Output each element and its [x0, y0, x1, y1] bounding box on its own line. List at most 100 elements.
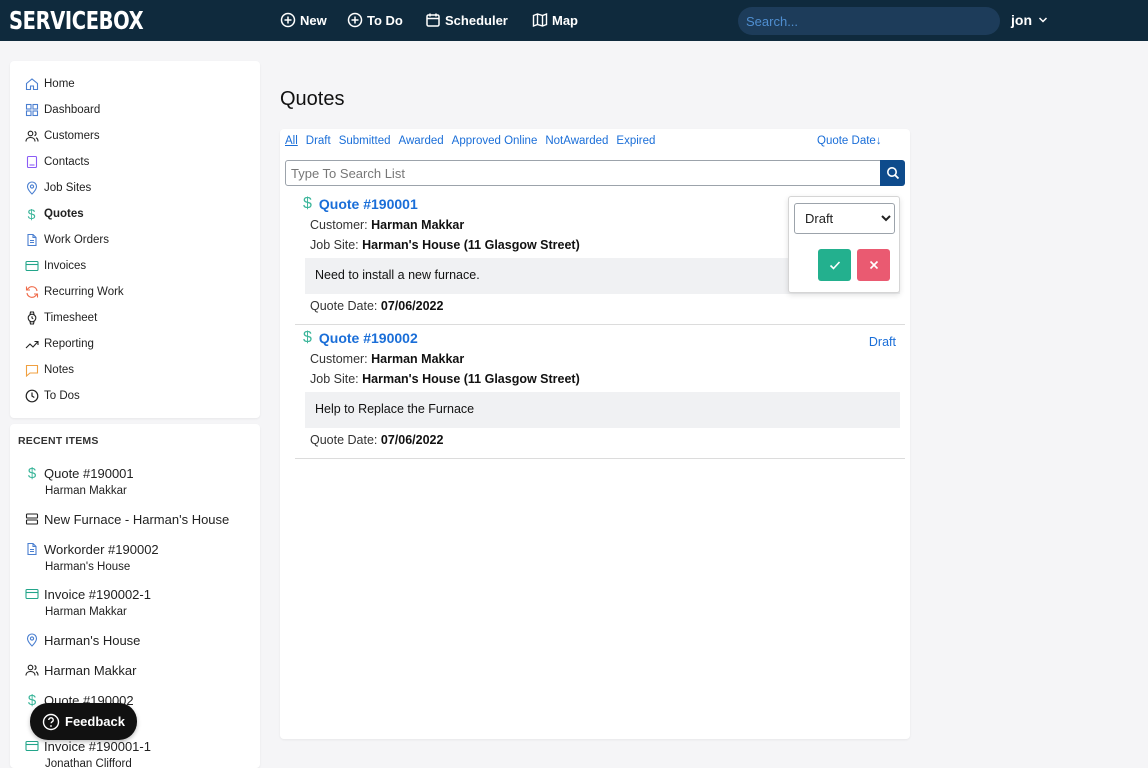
- quote-status-link[interactable]: Draft: [869, 335, 896, 349]
- filter-submitted[interactable]: Submitted: [339, 135, 391, 147]
- trending-up-icon: [24, 337, 39, 352]
- sidebar-item-label: Dashboard: [44, 104, 101, 116]
- todo-button[interactable]: To Do: [347, 10, 403, 30]
- global-search-input[interactable]: [738, 7, 1000, 35]
- sidebar-item-customers[interactable]: Customers: [24, 126, 100, 146]
- credit-card-icon: [24, 259, 39, 274]
- top-navbar: SERVICEBOX New To Do Scheduler Map jon: [0, 0, 1148, 41]
- filter-approved-online[interactable]: Approved Online: [452, 135, 538, 147]
- contact-card-icon: [24, 155, 39, 170]
- list-search-input[interactable]: [285, 160, 881, 186]
- quote-jobsite: Job Site: Harman's House (11 Glasgow Str…: [310, 238, 580, 252]
- recent-item-label: Invoice #190001-1: [44, 738, 151, 754]
- jobsite-value: Harman's House (11 Glasgow Street): [362, 238, 580, 252]
- map-pin-icon: [24, 632, 40, 648]
- list-search-button[interactable]: [880, 160, 905, 186]
- feedback-button[interactable]: Feedback: [30, 703, 137, 740]
- sidebar-item-contacts[interactable]: Contacts: [24, 152, 89, 172]
- recent-item[interactable]: Invoice #190001-1 Jonathan Clifford: [24, 737, 151, 768]
- recent-item-sub: Jonathan Clifford: [45, 758, 132, 768]
- search-icon: [886, 167, 899, 180]
- users-icon: [24, 662, 40, 678]
- document-icon: [24, 233, 39, 248]
- sidebar-item-job-sites[interactable]: Job Sites: [24, 178, 91, 198]
- sidebar-item-label: Home: [44, 78, 75, 90]
- customer-value: Harman Makkar: [371, 352, 465, 366]
- calendar-icon: [426, 13, 440, 27]
- home-icon: [24, 77, 39, 92]
- sidebar-item-label: Reporting: [44, 338, 94, 350]
- recent-item-label: Harman's House: [44, 632, 141, 648]
- recent-item-label: Quote #190001: [44, 465, 134, 481]
- plus-circle-icon: [347, 12, 363, 28]
- sidebar-item-timesheet[interactable]: Timesheet: [24, 308, 97, 328]
- recent-item-label: Invoice #190002-1: [44, 586, 151, 602]
- scheduler-button[interactable]: Scheduler: [425, 10, 508, 30]
- sidebar-menu: Home Dashboard Customers Contacts Job Si…: [10, 61, 260, 418]
- sidebar-item-quotes[interactable]: $ Quotes: [24, 204, 84, 224]
- recent-item[interactable]: $ Quote #190001 Harman Makkar: [24, 464, 134, 498]
- refresh-icon: [24, 285, 39, 300]
- filter-all[interactable]: All: [285, 135, 298, 147]
- sidebar-item-invoices[interactable]: Invoices: [24, 256, 86, 276]
- status-select[interactable]: Draft: [794, 203, 895, 234]
- clock-icon: [24, 389, 39, 404]
- customer-label: Customer:: [310, 218, 368, 232]
- sidebar-item-dashboard[interactable]: Dashboard: [24, 100, 100, 120]
- recent-item[interactable]: New Furnace - Harman's House: [24, 510, 229, 528]
- user-menu[interactable]: jon: [1011, 12, 1048, 28]
- quote-customer: Customer: Harman Makkar: [310, 218, 464, 232]
- dollar-icon: $: [27, 464, 37, 482]
- scheduler-label: Scheduler: [445, 12, 508, 28]
- recent-item[interactable]: Harman Makkar: [24, 661, 136, 679]
- sidebar-item-work-orders[interactable]: Work Orders: [24, 230, 109, 250]
- recent-items-title: RECENT ITEMS: [18, 435, 99, 447]
- map-icon: [532, 12, 548, 28]
- sidebar-item-label: Quotes: [44, 208, 84, 220]
- sidebar-item-recurring-work[interactable]: Recurring Work: [24, 282, 124, 302]
- filter-draft[interactable]: Draft: [306, 135, 331, 147]
- cancel-status-button[interactable]: [857, 249, 890, 281]
- confirm-status-button[interactable]: [818, 249, 851, 281]
- quote-title-link[interactable]: $ Quote #190002: [303, 329, 418, 347]
- map-label: Map: [552, 12, 578, 28]
- filter-awarded[interactable]: Awarded: [398, 135, 443, 147]
- recent-item[interactable]: Workorder #190002 Harman's House: [24, 540, 159, 573]
- servicebox-logo[interactable]: SERVICEBOX: [9, 6, 144, 36]
- jobsite-label: Job Site:: [310, 238, 359, 252]
- todo-label: To Do: [367, 12, 403, 28]
- sidebar-item-notes[interactable]: Notes: [24, 360, 74, 380]
- quote-list-item[interactable]: $ Quote #190002 Draft Customer: Harman M…: [295, 325, 905, 459]
- sidebar-item-todos[interactable]: To Dos: [24, 386, 80, 406]
- quote-number: Quote #190001: [318, 196, 418, 212]
- recent-item-sub: Harman Makkar: [45, 606, 127, 618]
- jobsite-value: Harman's House (11 Glasgow Street): [362, 372, 580, 386]
- new-button[interactable]: New: [280, 10, 327, 30]
- new-label: New: [300, 12, 327, 28]
- dollar-icon: $: [27, 206, 36, 222]
- filter-not-awarded[interactable]: NotAwarded: [545, 135, 608, 147]
- recent-item[interactable]: Harman's House: [24, 631, 140, 649]
- recent-item[interactable]: Invoice #190002-1 Harman Makkar: [24, 585, 151, 618]
- sort-quote-date[interactable]: Quote Date↓: [817, 135, 882, 147]
- quote-number: Quote #190002: [318, 330, 418, 346]
- map-button[interactable]: Map: [532, 10, 578, 30]
- recent-item-label: Harman Makkar: [44, 662, 137, 678]
- date-value: 07/06/2022: [380, 433, 444, 447]
- document-icon: [24, 541, 40, 557]
- sidebar-item-home[interactable]: Home: [24, 74, 75, 94]
- date-label: Quote Date:: [310, 433, 378, 447]
- feedback-label: Feedback: [65, 714, 125, 729]
- recent-item-sub: Harman Makkar: [45, 485, 127, 497]
- users-icon: [24, 129, 39, 144]
- watch-icon: [24, 311, 39, 326]
- sidebar-item-reporting[interactable]: Reporting: [24, 334, 94, 354]
- quote-title-link[interactable]: $ Quote #190001: [303, 195, 418, 213]
- page-title: Quotes: [280, 88, 345, 110]
- date-label: Quote Date:: [310, 299, 378, 313]
- sidebar-item-label: Contacts: [44, 156, 90, 168]
- server-icon: [24, 511, 40, 527]
- sidebar-item-label: Recurring Work: [44, 286, 124, 298]
- quote-note: Help to Replace the Furnace: [305, 392, 900, 428]
- filter-expired[interactable]: Expired: [616, 135, 655, 147]
